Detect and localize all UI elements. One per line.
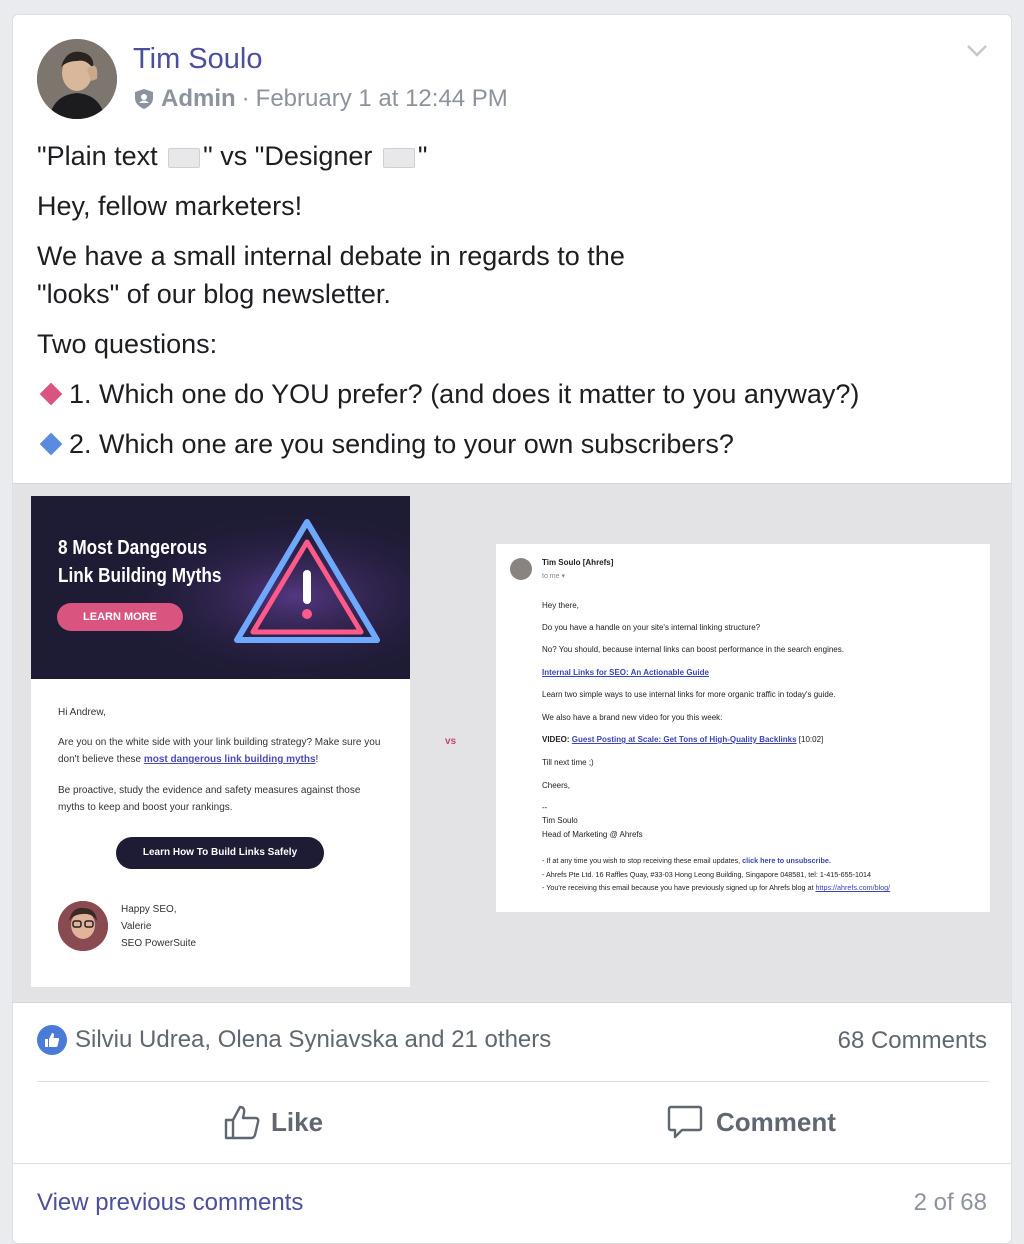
- plain-email-preview: Tim Soulo [Ahrefs] to me ▾ Hey there, Do…: [496, 544, 990, 912]
- plain-sender: Tim Soulo [Ahrefs]: [542, 558, 614, 567]
- designer-hero: 8 Most Dangerous Link Building Myths LEA…: [31, 496, 410, 679]
- plain-line-12: Head of Marketing @ Ahrefs: [542, 830, 643, 839]
- divider: [37, 1081, 989, 1082]
- blue-diamond-icon: [39, 432, 63, 456]
- internal-links-link: Internal Links for SEO: An Actionable Gu…: [542, 668, 709, 677]
- post-timestamp[interactable]: February 1 at 12:44 PM: [256, 85, 508, 113]
- designer-greeting: Hi Andrew,: [58, 707, 106, 718]
- plain-line-3: No? You should, because internal links c…: [542, 645, 844, 654]
- guest-posting-link: Guest Posting at Scale: Get Tons of High…: [571, 735, 797, 744]
- designer-signature: Happy SEO, Valerie SEO PowerSuite: [121, 901, 451, 952]
- signature-line-2: Valerie: [121, 921, 152, 932]
- post-meta: Admin · February 1 at 12:44 PM: [133, 85, 508, 113]
- post-title-line: "Plain text " vs "Designer ": [37, 137, 977, 175]
- avatar-photo: [58, 901, 108, 951]
- debate-paragraph: We have a small internal debate in regar…: [37, 237, 977, 313]
- plain-line-5: Learn two simple ways to use internal li…: [542, 690, 836, 699]
- questions-intro: Two questions:: [37, 329, 218, 359]
- thumbs-up-icon: [45, 1033, 60, 1047]
- designer-paragraph-1: Are you on the white side with your link…: [58, 734, 388, 768]
- title-text-2: " vs "Designer: [203, 141, 380, 171]
- plain-footer-3: - You're receiving this email because yo…: [542, 883, 890, 892]
- comment-button[interactable]: Comment: [666, 1103, 836, 1141]
- vs-label: vs: [445, 736, 457, 747]
- plain-line-7: VIDEO: Guest Posting at Scale: Get Tons …: [542, 735, 823, 744]
- post-image[interactable]: 8 Most Dangerous Link Building Myths LEA…: [13, 483, 1011, 1003]
- avatar-photo: [37, 39, 117, 119]
- valerie-avatar: [58, 901, 108, 951]
- reaction-names[interactable]: Silviu Udrea, Olena Syniavska and 21 oth…: [75, 1026, 551, 1054]
- plain-line-11: Tim Soulo: [542, 816, 578, 825]
- like-reaction-icon: [37, 1025, 67, 1055]
- divider: [13, 1163, 1011, 1164]
- sender-avatar: [510, 558, 532, 580]
- reactions-summary[interactable]: Silviu Udrea, Olena Syniavska and 21 oth…: [37, 1025, 551, 1055]
- envelope-icon: [382, 147, 415, 168]
- title-text-3: ": [417, 141, 428, 171]
- designer-paragraph-2: Be proactive, study the evidence and saf…: [58, 785, 361, 813]
- plain-line-8: Till next time ;): [542, 758, 594, 767]
- myths-link: most dangerous link building myths: [143, 754, 316, 765]
- question-2: 2. Which one are you sending to your own…: [37, 425, 977, 463]
- admin-shield-icon: [135, 89, 153, 109]
- designer-hero-title: 8 Most Dangerous Link Building Myths: [58, 534, 221, 590]
- plain-line-4: Internal Links for SEO: An Actionable Gu…: [542, 668, 709, 677]
- title-text-1: "Plain text: [37, 141, 166, 171]
- comments-count[interactable]: 68 Comments: [838, 1027, 987, 1055]
- para1-end: !: [315, 754, 319, 765]
- question-1-text: 1. Which one do YOU prefer? (and does it…: [69, 379, 860, 409]
- comment-bubble-icon: [667, 1105, 703, 1139]
- pink-diamond-icon: [39, 382, 63, 406]
- build-links-button: Learn How To Build Links Safely: [116, 837, 324, 869]
- hero-title-line-2: Link Building Myths: [58, 565, 222, 587]
- footer-3-text: - You're receiving this email because yo…: [542, 883, 816, 892]
- signature-line-1: Happy SEO,: [121, 904, 177, 915]
- video-duration: [10:02]: [796, 735, 824, 744]
- chevron-down-icon[interactable]: [965, 41, 989, 61]
- like-label: Like: [271, 1106, 324, 1137]
- debate-line-2: "looks" of our blog newsletter.: [37, 279, 391, 309]
- plain-footer-2: - Ahrefs Pte Ltd. 16 Raffles Quay, #33-0…: [542, 870, 871, 879]
- blog-link: https://ahrefs.com/blog/: [815, 883, 891, 892]
- plain-line-9: Cheers,: [542, 781, 571, 790]
- plain-to: to me ▾: [542, 573, 565, 580]
- hero-title-line-1: 8 Most Dangerous: [58, 537, 208, 559]
- greeting: Hey, fellow marketers!: [37, 191, 303, 221]
- footer-1-text: - If at any time you wish to stop receiv…: [542, 856, 743, 865]
- debate-line-1: We have a small internal debate in regar…: [37, 241, 625, 271]
- post-card: Tim Soulo Admin · February 1 at 12:44 PM…: [12, 14, 1012, 1244]
- question-1: 1. Which one do YOU prefer? (and does it…: [37, 375, 977, 413]
- unsubscribe-link: click here to unsubscribe.: [742, 856, 831, 865]
- post-body: "Plain text " vs "Designer " Hey, fellow…: [37, 137, 977, 475]
- plain-line-1: Hey there,: [542, 601, 579, 610]
- plain-line-6: We also have a brand new video for you t…: [542, 713, 723, 722]
- plain-line-2: Do you have a handle on your site's inte…: [542, 623, 761, 632]
- plain-footer-1: - If at any time you wish to stop receiv…: [542, 856, 831, 865]
- comments-pager: 2 of 68: [913, 1189, 987, 1216]
- plain-line-10: --: [542, 803, 548, 812]
- author-avatar[interactable]: [37, 39, 117, 119]
- signature-line-3: SEO PowerSuite: [121, 938, 197, 949]
- question-2-text: 2. Which one are you sending to your own…: [69, 429, 734, 459]
- author-name[interactable]: Tim Soulo: [133, 43, 262, 76]
- video-label: VIDEO:: [542, 735, 572, 744]
- admin-label: Admin: [161, 85, 236, 112]
- designer-email-preview: 8 Most Dangerous Link Building Myths LEA…: [31, 496, 410, 987]
- learn-more-button: LEARN MORE: [57, 603, 183, 631]
- view-previous-comments-link[interactable]: View previous comments: [37, 1189, 303, 1217]
- meta-separator: ·: [241, 85, 250, 112]
- envelope-icon: [168, 147, 201, 168]
- like-button[interactable]: Like: [223, 1103, 323, 1141]
- thumbs-up-icon: [224, 1105, 260, 1140]
- comment-label: Comment: [716, 1106, 836, 1137]
